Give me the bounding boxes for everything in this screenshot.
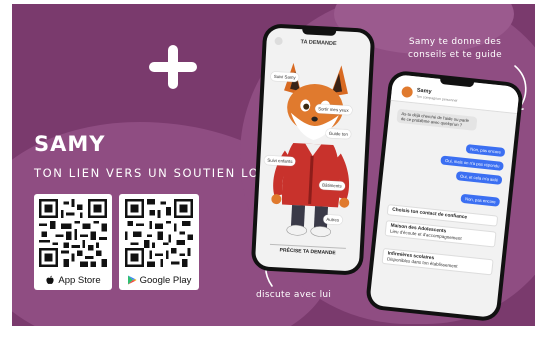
topic-chip[interactable]: Suivi Samy xyxy=(270,71,299,83)
chat-annotation: discute avec lui xyxy=(256,290,332,300)
topic-chip[interactable]: Bâtiments xyxy=(318,180,345,191)
app-store-label: App Store xyxy=(58,274,101,286)
topic-chip[interactable]: Suivi enfants xyxy=(264,155,296,167)
app-title: SAMY xyxy=(34,132,106,156)
google-play-icon xyxy=(127,275,137,285)
phone-mockup-chat: Samy Ton compagnon personnel As-tu déjà … xyxy=(364,69,525,323)
reply-option[interactable]: Oui, mais on n'a pas répondu xyxy=(440,155,504,171)
chat-message: Non, pas encore xyxy=(460,193,501,207)
topic-chip[interactable]: Sortir mes yeux xyxy=(314,104,352,115)
fox-mascot-icon xyxy=(271,62,350,237)
google-play-label: Google Play xyxy=(139,274,192,286)
app-tagline: TON LIEN VERS UN SOUTIEN LOCAL xyxy=(34,166,287,180)
chat-message: As-tu déjà cherché de l'aide ou parlé de… xyxy=(396,108,478,131)
avatar xyxy=(401,85,414,99)
guide-annotation: Samy te donne des conseils et te guide xyxy=(408,37,502,60)
contact-option[interactable]: Infirmières scolaires Disponibles dans to… xyxy=(381,247,494,276)
option-title: Choisis ton contact de confiance xyxy=(391,207,468,221)
contact-status: Ton compagnon personnel xyxy=(416,94,458,103)
screen-title: TA DEMANDE xyxy=(300,39,337,48)
phone-screen: Samy Ton compagnon personnel As-tu déjà … xyxy=(369,73,520,319)
reply-option[interactable]: Non, pas encore xyxy=(465,144,506,158)
qr-code-icon xyxy=(125,199,193,267)
app-store-badge[interactable]: App Store xyxy=(34,194,112,290)
phone-screen: TA DEMANDE Suivi Samy Sortir mes yeux Gu… xyxy=(254,27,372,272)
phone-mockup-request: TA DEMANDE Suivi Samy Sortir mes yeux Gu… xyxy=(250,23,376,276)
google-play-badge[interactable]: Google Play xyxy=(119,194,199,290)
promo-banner: SAMY TON LIEN VERS UN SOUTIEN LOCAL App … xyxy=(12,4,535,326)
topic-chip[interactable]: Autres xyxy=(323,214,343,225)
qr-code-icon xyxy=(39,199,107,267)
plus-icon xyxy=(149,45,197,89)
apple-icon xyxy=(46,275,54,285)
topic-chip[interactable]: Guide ton xyxy=(325,128,352,139)
reply-option[interactable]: Oui, et cela m'a aidé xyxy=(455,171,503,185)
